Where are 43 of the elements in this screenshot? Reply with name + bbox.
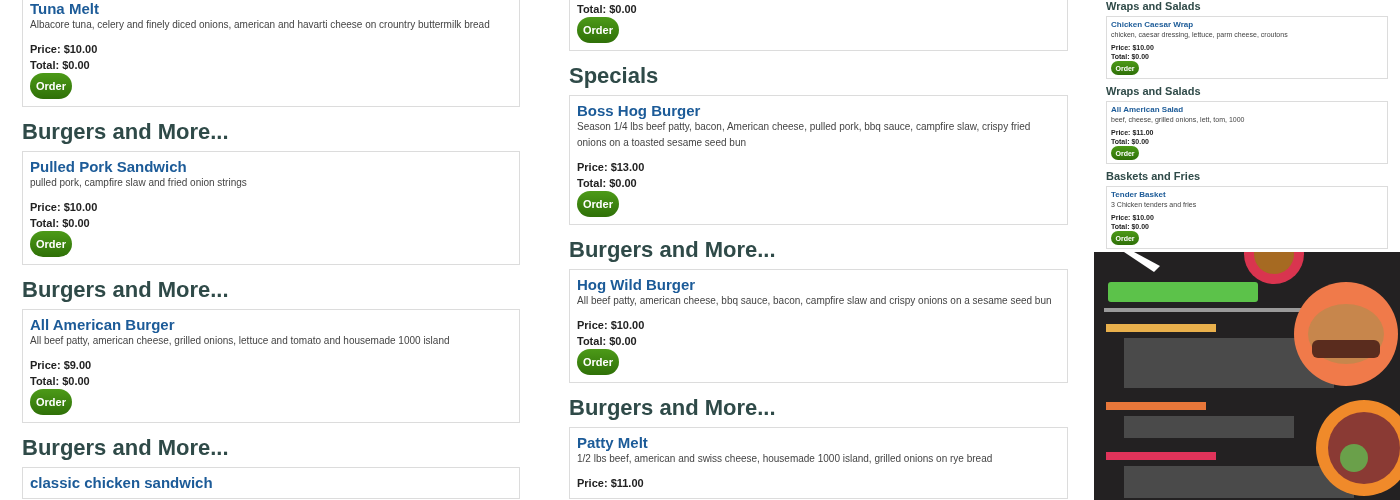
order-button[interactable]: Order (577, 17, 619, 43)
order-button[interactable]: Order (30, 73, 72, 99)
item-price: Price: $13.00 (577, 160, 645, 175)
section-heading: Burgers and More... (569, 395, 777, 421)
item-title: All American Burger (30, 317, 175, 333)
order-button[interactable]: Order (30, 389, 72, 415)
item-description: pulled pork, campfire slaw and fried onion strings (30, 176, 247, 190)
item-total: Total: $0.00 (577, 2, 637, 17)
section-heading: Specials (569, 63, 660, 89)
section-heading: Wraps and Salads (1106, 85, 1202, 97)
item-title: Pulled Pork Sandwich (30, 159, 187, 175)
item-total: Total: $0.00 (30, 58, 90, 73)
item-description: Season 1/4 lbs beef patty, bacon, American cheese, pulled pork, bbq sauce, campfire slaw, crispy fried onions on a toasted sesame seed bun (577, 120, 1032, 150)
item-title: classic chicken sandwich (30, 475, 213, 491)
section-heading: Burgers and More... (22, 435, 230, 461)
section-heading: Burgers and More... (569, 237, 777, 263)
order-button[interactable]: Order (30, 231, 72, 257)
item-total: Total: $0.00 (30, 216, 90, 231)
item-price: Price: $10.00 (577, 318, 645, 333)
order-button[interactable]: Order (577, 191, 619, 217)
item-title: Hog Wild Burger (577, 277, 696, 293)
item-title: All American Salad (1111, 105, 1184, 115)
item-price: Price: $10.00 (30, 200, 98, 215)
item-title: Patty Melt (577, 435, 648, 451)
item-total: Total: $0.00 (577, 334, 637, 349)
section-heading: Baskets and Fries (1106, 170, 1202, 182)
item-title: Chicken Caesar Wrap (1111, 20, 1194, 30)
item-description: 1/2 lbs beef, american and swiss cheese, housemade 1000 island, grilled onions on rye bread (577, 452, 993, 466)
item-title: Boss Hog Burger (577, 103, 701, 119)
item-total: Total: $0.00 (30, 374, 90, 389)
item-price: Price: $9.00 (30, 358, 92, 373)
item-price: Price: $11.00 (577, 476, 644, 491)
item-total: Total: $0.00 (577, 176, 637, 191)
order-button[interactable]: Order (577, 349, 619, 375)
item-title: Tender Basket (1111, 190, 1166, 200)
item-description: Albacore tuna, celery and finely diced onions, american and havarti cheese on crountry buttermilk bread (30, 18, 490, 32)
item-price: Price: $10.00 (30, 42, 98, 57)
section-heading: Burgers and More... (22, 119, 230, 145)
item-title: Tuna Melt (30, 1, 99, 17)
item-description: All beef patty, american cheese, bbq sauce, bacon, campfire slaw and crispy onions on a sesame seed bun (577, 294, 1052, 308)
item-description: All beef patty, american cheese, grilled onions, lettuce and tomato and housemade 1000 island (30, 334, 450, 348)
section-heading: Wraps and Salads (1106, 0, 1202, 12)
section-heading: Burgers and More... (22, 277, 230, 303)
